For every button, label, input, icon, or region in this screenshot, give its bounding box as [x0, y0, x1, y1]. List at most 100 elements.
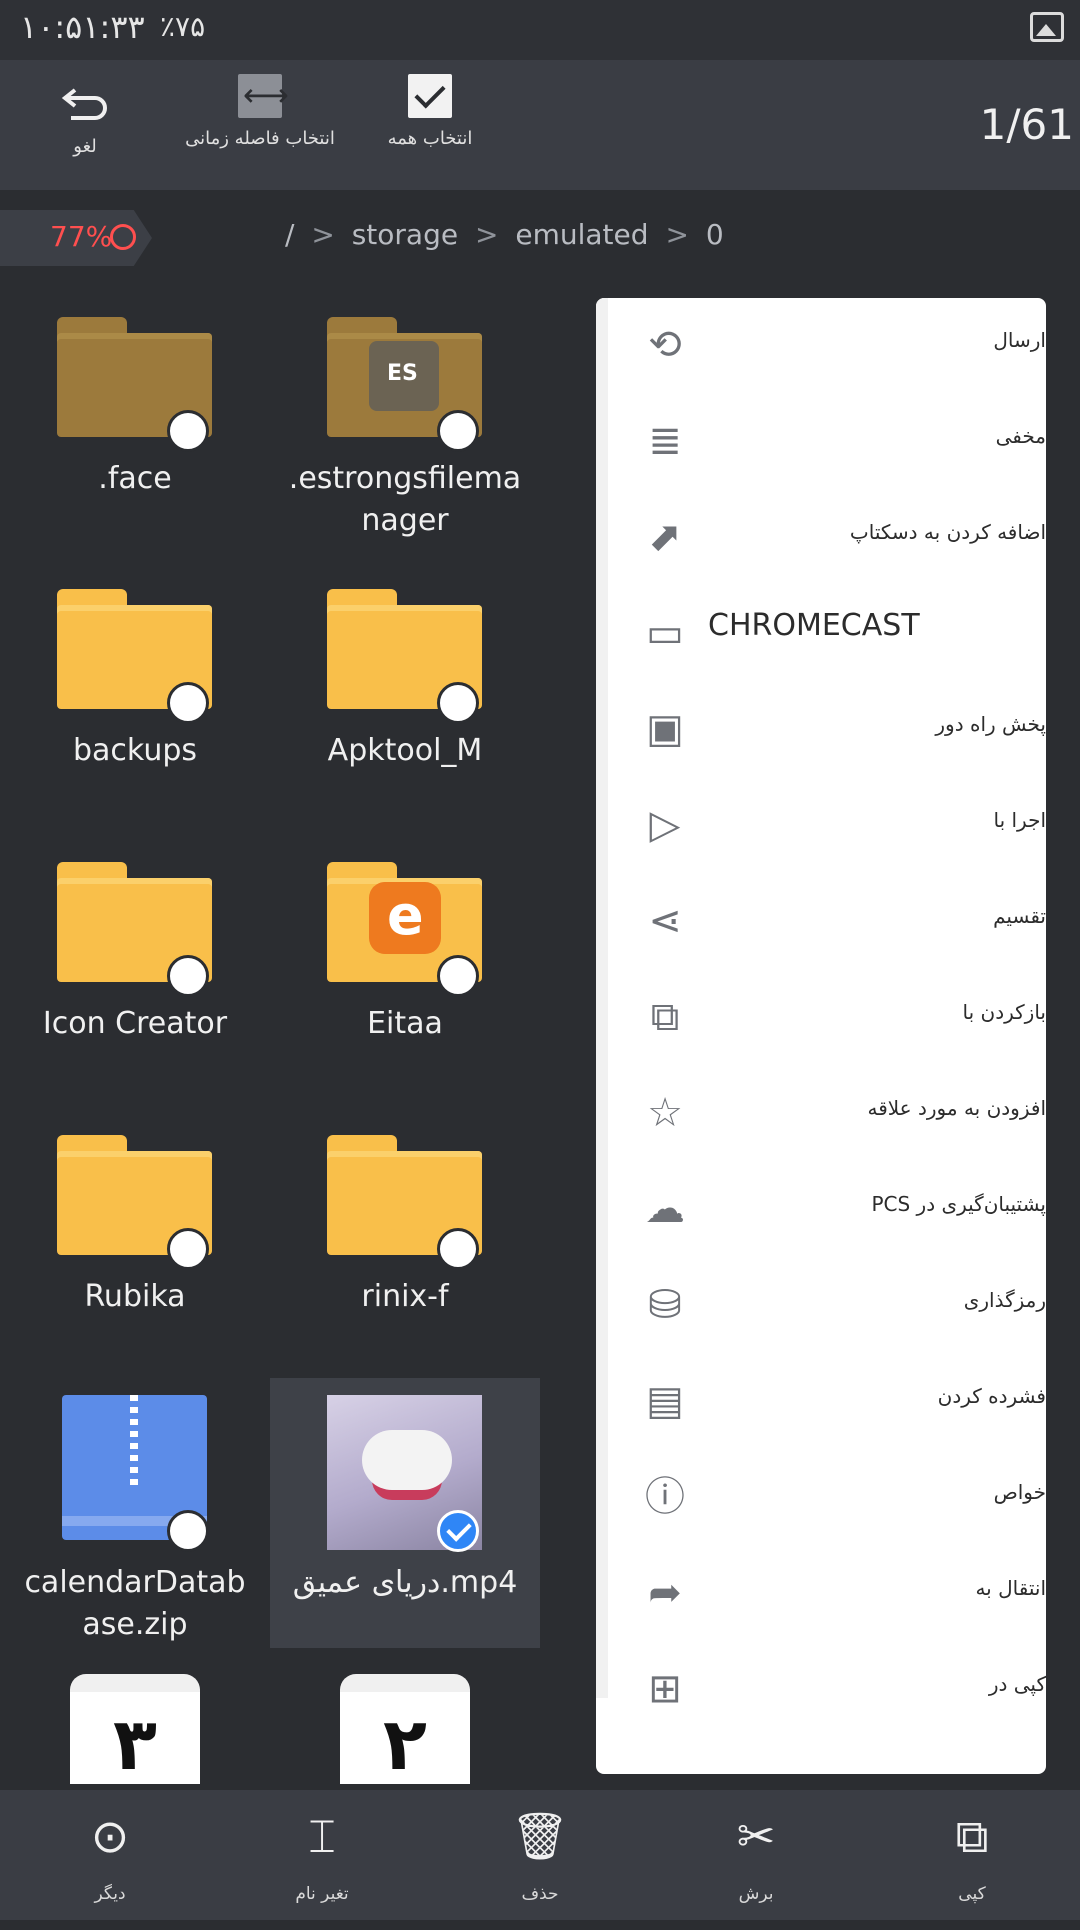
rename-button[interactable]: ⌶ تغیر نام: [262, 1808, 382, 1904]
select-range-label: انتخاب فاصله زمانی: [185, 128, 335, 149]
encrypt-icon: ⛁: [648, 1282, 682, 1328]
select-radio[interactable]: [437, 682, 479, 724]
add-to-desktop-icon: ⬈: [648, 514, 682, 560]
select-radio[interactable]: [167, 1228, 209, 1270]
menu-item-compress[interactable]: ▤ فشرده کردن: [596, 1354, 1046, 1450]
info-icon: ⓘ: [645, 1474, 685, 1520]
cast-icon: ▭: [646, 610, 684, 656]
calendar-icon: ۳: [70, 1674, 200, 1786]
file-name: Eitaa: [367, 1006, 443, 1041]
menu-item-add-to-desktop[interactable]: ⬈ اضافه کردن به دسکتاپ: [596, 490, 1046, 586]
file-item-apktool[interactable]: Apktool_M: [270, 572, 540, 842]
cut-button[interactable]: ✂ برش: [696, 1808, 816, 1904]
remote-play-icon: ▣: [646, 706, 684, 752]
menu-item-encrypt[interactable]: ⛁ رمزگذاری: [596, 1258, 1046, 1354]
share-icon: ⋖: [648, 898, 682, 944]
file-name: Icon Creator: [42, 1006, 228, 1041]
chevron-right-icon: >: [665, 218, 689, 251]
crumb-0[interactable]: 0: [706, 218, 724, 251]
undo-label: لغو: [73, 136, 97, 157]
file-item-video[interactable]: دریای عمیق.mp4: [270, 1378, 540, 1648]
file-name: Rubika: [84, 1279, 186, 1314]
select-radio[interactable]: [167, 410, 209, 452]
hide-icon: ≣: [648, 418, 682, 464]
compress-icon: ▤: [646, 1378, 684, 1424]
move-to-icon: ➦: [648, 1570, 682, 1616]
more-button[interactable]: ⊙ دیگر: [50, 1808, 170, 1904]
file-grid: .face .estrongsfilemanager backups Apkto…: [0, 300, 560, 1786]
menu-item-copy-to[interactable]: ⊞ کپی در: [596, 1642, 1046, 1738]
select-all-button[interactable]: انتخاب همه: [375, 74, 485, 149]
select-radio[interactable]: [167, 1510, 209, 1552]
context-menu: ⟲ ارسال ≣ مخفی ⬈ اضافه کردن به دسکتاپ ▭ …: [596, 298, 1046, 1774]
file-item-face[interactable]: .face: [0, 300, 270, 570]
bottom-action-bar: ⊙ دیگر ⌶ تغیر نام 🗑 حذف ✂ برش ⧉ کپی: [0, 1790, 1080, 1920]
select-range-button[interactable]: انتخاب فاصله زمانی: [175, 74, 345, 149]
select-radio[interactable]: [437, 955, 479, 997]
copy-button[interactable]: ⧉ کپی: [912, 1808, 1032, 1904]
file-name: calendarDatab ase.zip: [24, 1565, 246, 1642]
file-name: .face: [98, 461, 172, 496]
menu-item-share[interactable]: ⋖ تقسیم: [596, 874, 1046, 970]
delete-button[interactable]: 🗑 حذف: [480, 1808, 600, 1904]
menu-item-send[interactable]: ⟲ ارسال: [596, 298, 1046, 394]
file-item-rinix[interactable]: rinix-f: [270, 1118, 540, 1388]
copy-icon: ⧉: [955, 1809, 989, 1863]
open-with-icon: ⧉: [650, 994, 680, 1040]
file-item-calendar-zip[interactable]: calendarDatab ase.zip: [0, 1378, 270, 1648]
file-name: backups: [72, 733, 198, 768]
trash-icon: 🗑: [510, 1809, 570, 1863]
status-bar: ۱۰:۵۱:۳۳ ٪۷۵: [0, 0, 1080, 60]
pie-chart-icon: [110, 224, 136, 250]
file-item-backups[interactable]: backups: [0, 572, 270, 842]
chevron-right-icon: >: [475, 218, 499, 251]
file-name: .estrongsfilema nager: [288, 461, 522, 538]
crumb-emulated[interactable]: emulated: [515, 218, 648, 251]
menu-item-run-with[interactable]: ▷ اجرا با: [596, 778, 1046, 874]
file-name: دریای عمیق.mp4: [292, 1565, 518, 1600]
crumb-root[interactable]: /: [285, 218, 294, 251]
menu-item-open-with[interactable]: ⧉ بازکردن با: [596, 970, 1046, 1066]
file-name: Apktool_M: [327, 733, 483, 768]
es-app-icon: [369, 341, 439, 411]
checkbox-icon: [408, 74, 452, 118]
menu-item-move-to[interactable]: ➦ انتقال به: [596, 1546, 1046, 1642]
select-radio[interactable]: [437, 1228, 479, 1270]
file-item-estrongs[interactable]: .estrongsfilemanager: [270, 300, 540, 570]
status-battery-text: ٪۷۵: [160, 10, 206, 43]
rename-icon: ⌶: [308, 1809, 336, 1863]
menu-item-properties[interactable]: ⓘ خواص: [596, 1450, 1046, 1546]
storage-percent: 77%: [50, 220, 113, 253]
cloud-upload-icon: ☁: [645, 1186, 685, 1232]
more-icon: ⊙: [90, 1809, 130, 1863]
scissors-icon: ✂: [736, 1809, 776, 1863]
menu-item-remote-play[interactable]: ▣ پخش راه دور: [596, 682, 1046, 778]
calendar-icon: ۲: [340, 1674, 470, 1786]
file-item-icon-creator[interactable]: Icon Creator: [0, 845, 270, 1115]
menu-item-backup-pcs[interactable]: ☁ پشتیبان‌گیری در PCS: [596, 1162, 1046, 1258]
select-all-label: انتخاب همه: [387, 128, 473, 149]
breadcrumb: / > storage > emulated > 0: [285, 218, 732, 251]
storage-usage-badge[interactable]: 77%: [0, 210, 152, 266]
select-radio[interactable]: [437, 410, 479, 452]
select-range-icon: [238, 74, 289, 118]
file-name: rinix-f: [361, 1279, 449, 1314]
path-bar: 77% / > storage > emulated > 0: [0, 190, 1080, 285]
file-item-eitaa[interactable]: Eitaa: [270, 845, 540, 1115]
select-radio[interactable]: [167, 955, 209, 997]
eitaa-app-icon: [369, 882, 441, 954]
select-radio[interactable]: [167, 682, 209, 724]
menu-item-add-favorite[interactable]: ☆ افزودن به مورد علاقه: [596, 1066, 1046, 1162]
select-radio-checked[interactable]: [437, 1510, 479, 1552]
undo-button[interactable]: لغو: [45, 74, 125, 157]
send-icon: ⟲: [648, 322, 682, 368]
copy-to-icon: ⊞: [648, 1666, 682, 1712]
menu-item-hide[interactable]: ≣ مخفی: [596, 394, 1046, 490]
crumb-storage[interactable]: storage: [352, 218, 458, 251]
undo-icon: [61, 88, 107, 120]
chevron-right-icon: >: [311, 218, 335, 251]
menu-item-chromecast[interactable]: ▭ CHROMECAST: [596, 586, 1046, 682]
selection-counter: 1/61: [979, 100, 1074, 149]
run-with-icon: ▷: [649, 802, 681, 848]
file-item-rubika[interactable]: Rubika: [0, 1118, 270, 1388]
